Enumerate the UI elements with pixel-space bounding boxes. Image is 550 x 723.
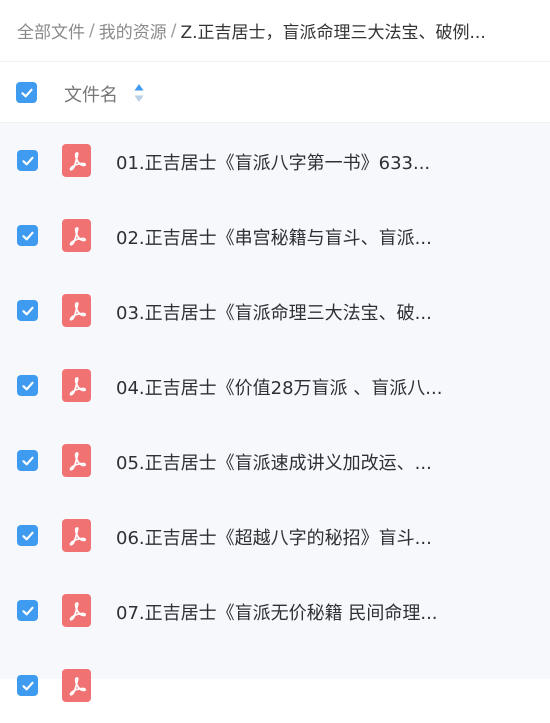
sort-icon[interactable] bbox=[133, 82, 145, 104]
file-row[interactable]: 06.正吉居士《超越八字的秘招》盲斗... bbox=[0, 498, 550, 573]
file-name[interactable]: 04.正吉居士《价值28万盲派 、盲派八... bbox=[116, 374, 442, 400]
file-list: 01.正吉居士《盲派八字第一书》633... 02.正吉居士《串宫秘籍与盲斗、盲派… bbox=[0, 123, 550, 702]
checkmark-icon bbox=[21, 606, 34, 615]
file-checkbox[interactable] bbox=[17, 675, 38, 696]
checkmark-icon bbox=[20, 88, 33, 97]
file-row[interactable]: 02.正吉居士《串宫秘籍与盲斗、盲派... bbox=[0, 198, 550, 273]
pdf-icon bbox=[62, 294, 91, 327]
pdf-icon bbox=[62, 519, 91, 552]
column-header-filename[interactable]: 文件名 bbox=[64, 81, 118, 107]
pdf-icon bbox=[62, 369, 91, 402]
file-checkbox[interactable] bbox=[17, 600, 38, 621]
file-checkbox[interactable] bbox=[17, 225, 38, 246]
breadcrumb-parent[interactable]: 我的资源 bbox=[99, 18, 167, 43]
checkmark-icon bbox=[21, 531, 34, 540]
checkmark-icon bbox=[21, 381, 34, 390]
pdf-icon bbox=[62, 144, 91, 177]
file-row[interactable]: 07.正吉居士《盲派无价秘籍 民间命理... bbox=[0, 573, 550, 648]
pdf-icon bbox=[62, 594, 91, 627]
breadcrumb-separator: / bbox=[170, 20, 177, 41]
checkmark-icon bbox=[21, 306, 34, 315]
file-checkbox[interactable] bbox=[17, 450, 38, 471]
checkmark-icon bbox=[21, 156, 34, 165]
file-checkbox[interactable] bbox=[17, 300, 38, 321]
file-row[interactable]: 01.正吉居士《盲派八字第一书》633... bbox=[0, 123, 550, 198]
file-row[interactable]: 04.正吉居士《价值28万盲派 、盲派八... bbox=[0, 348, 550, 423]
file-name[interactable]: 06.正吉居士《超越八字的秘招》盲斗... bbox=[116, 524, 432, 550]
breadcrumb-separator: / bbox=[89, 20, 95, 41]
pdf-icon bbox=[62, 669, 91, 702]
file-row[interactable] bbox=[0, 648, 550, 723]
file-list-header: 文件名 bbox=[0, 61, 550, 123]
pdf-icon bbox=[62, 219, 91, 252]
checkmark-icon bbox=[21, 231, 34, 240]
breadcrumb: 全部文件 / 我的资源 / Z.正吉居士，盲派命理三大法宝、破例... bbox=[0, 0, 550, 61]
pdf-icon bbox=[62, 444, 91, 477]
file-name[interactable]: 07.正吉居士《盲派无价秘籍 民间命理... bbox=[116, 599, 438, 625]
file-row[interactable]: 03.正吉居士《盲派命理三大法宝、破... bbox=[0, 273, 550, 348]
checkmark-icon bbox=[21, 681, 34, 690]
file-checkbox[interactable] bbox=[17, 150, 38, 171]
breadcrumb-current: Z.正吉居士，盲派命理三大法宝、破例... bbox=[180, 23, 486, 43]
file-name[interactable]: 03.正吉居士《盲派命理三大法宝、破... bbox=[116, 299, 432, 325]
file-name[interactable]: 02.正吉居士《串宫秘籍与盲斗、盲派... bbox=[116, 224, 432, 250]
file-row[interactable]: 05.正吉居士《盲派速成讲义加改运、... bbox=[0, 423, 550, 498]
file-checkbox[interactable] bbox=[17, 375, 38, 396]
select-all-checkbox[interactable] bbox=[16, 82, 37, 103]
file-checkbox[interactable] bbox=[17, 525, 38, 546]
file-name[interactable]: 05.正吉居士《盲派速成讲义加改运、... bbox=[116, 449, 432, 475]
file-name[interactable]: 01.正吉居士《盲派八字第一书》633... bbox=[116, 149, 430, 175]
breadcrumb-root[interactable]: 全部文件 bbox=[17, 18, 85, 43]
checkmark-icon bbox=[21, 456, 34, 465]
